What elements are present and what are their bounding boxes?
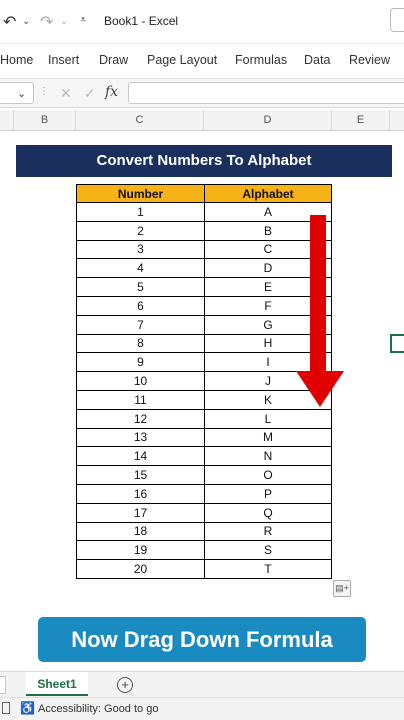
number-cell[interactable]: 14: [76, 446, 205, 467]
tab-insert[interactable]: Insert: [48, 53, 79, 67]
sheet-tab-sheet1[interactable]: Sheet1: [26, 672, 88, 696]
table-row: 1A: [76, 202, 332, 222]
number-cell[interactable]: 3: [76, 239, 205, 260]
tab-review[interactable]: Review: [349, 53, 390, 67]
table-row: 13 M: [76, 427, 332, 448]
table-row: 8H: [76, 333, 332, 354]
table-row: 4D: [76, 258, 332, 279]
customize-toolbar-icon[interactable]: ⩡: [80, 14, 86, 27]
column-header-b[interactable]: B: [14, 110, 76, 131]
drag-down-arrow-icon: [296, 215, 344, 407]
number-cell[interactable]: 19: [76, 540, 205, 561]
accessibility-status[interactable]: Accessibility: Good to go: [38, 703, 158, 715]
selected-cell[interactable]: [390, 334, 404, 353]
table-row: 9I: [76, 352, 332, 373]
undo-icon[interactable]: ↶: [3, 12, 16, 32]
insert-function-icon[interactable]: fx: [105, 84, 118, 100]
column-header-c[interactable]: C: [76, 110, 204, 131]
table-row: 5E: [76, 277, 332, 297]
table-row: 11 K: [76, 389, 332, 410]
tab-page-layout[interactable]: Page Layout: [147, 53, 217, 67]
table-row: 15 O: [76, 465, 332, 485]
alphabet-cell[interactable]: R: [204, 521, 332, 542]
redo-icon[interactable]: ↷: [40, 12, 53, 32]
column-header-d[interactable]: D: [204, 110, 332, 131]
table-row: 10 J: [76, 371, 332, 391]
tab-draw[interactable]: Draw: [99, 53, 128, 67]
column-header-partial[interactable]: [0, 110, 14, 131]
number-cell[interactable]: 17: [76, 502, 205, 523]
alphabet-cell[interactable]: N: [204, 446, 332, 467]
number-cell[interactable]: 4: [76, 258, 205, 279]
number-cell[interactable]: 5: [76, 277, 205, 297]
drag-instruction-caption: Now Drag Down Formula: [38, 617, 366, 662]
tab-formulas[interactable]: Formulas: [235, 53, 287, 67]
table-row: 16 P: [76, 483, 332, 504]
alphabet-cell[interactable]: P: [204, 483, 332, 504]
formula-input[interactable]: [128, 82, 404, 104]
table-row: 3C: [76, 239, 332, 260]
number-cell[interactable]: 12: [76, 408, 205, 429]
formula-bar: ⌄ ⋮ ✕ ✓ fx: [0, 78, 404, 108]
header-alphabet[interactable]: Alphabet: [204, 184, 332, 203]
table-row: 19 S: [76, 540, 332, 561]
column-header-e[interactable]: E: [332, 110, 390, 131]
number-cell[interactable]: 13: [76, 427, 205, 448]
number-cell[interactable]: 20: [76, 559, 205, 579]
table-row: 14 N: [76, 446, 332, 467]
table-row: 6F: [76, 295, 332, 316]
column-header-f[interactable]: [390, 110, 404, 131]
sheet-tab-bar: Sheet1 +: [0, 671, 404, 697]
number-cell[interactable]: 9: [76, 352, 205, 373]
document-title: Book1 - Excel: [104, 14, 179, 28]
paste-options-icon[interactable]: ▤+: [333, 580, 351, 597]
number-cell[interactable]: 8: [76, 333, 205, 354]
data-table: Number Alphabet 1A 2B 3C 4D 5E 6F 7G 8H …: [76, 184, 332, 579]
number-cell[interactable]: 6: [76, 295, 205, 316]
name-box[interactable]: ⌄: [0, 82, 34, 104]
table-row: 18 R: [76, 521, 332, 542]
number-cell[interactable]: 10: [76, 371, 205, 391]
banner-title: Convert Numbers To Alphabet: [16, 145, 392, 177]
table-row: 17 Q: [76, 502, 332, 523]
add-sheet-icon[interactable]: +: [117, 677, 133, 693]
ribbon-tabs: Home Insert Draw Page Layout Formulas Da…: [0, 44, 404, 78]
alphabet-cell[interactable]: T: [204, 559, 332, 579]
undo-dropdown-icon[interactable]: ⌄: [22, 16, 30, 27]
number-cell[interactable]: 16: [76, 483, 205, 504]
number-cell[interactable]: 15: [76, 465, 205, 485]
sheet-nav-button[interactable]: [0, 676, 6, 694]
chevron-down-icon[interactable]: ⌄: [17, 87, 26, 100]
alphabet-cell[interactable]: M: [204, 427, 332, 448]
cancel-icon[interactable]: ✕: [60, 85, 72, 102]
alphabet-cell[interactable]: O: [204, 465, 332, 485]
header-number[interactable]: Number: [76, 184, 205, 203]
tab-data[interactable]: Data: [304, 53, 330, 67]
title-bar: ↶ ⌄ ↷ ⌄ ⩡ Book1 - Excel: [0, 0, 404, 44]
table-row: 2B: [76, 220, 332, 241]
alphabet-cell[interactable]: S: [204, 540, 332, 561]
alphabet-cell[interactable]: L: [204, 408, 332, 429]
number-cell[interactable]: 11: [76, 389, 205, 410]
number-cell[interactable]: 7: [76, 314, 205, 335]
enter-icon[interactable]: ✓: [84, 85, 96, 102]
table-row: 20 T: [76, 559, 332, 579]
column-headers: B C D E: [0, 110, 404, 131]
tab-home[interactable]: Home: [0, 53, 33, 67]
table-row: 7G: [76, 314, 332, 335]
macro-status-icon[interactable]: [2, 702, 10, 714]
number-cell[interactable]: 1: [76, 202, 205, 222]
alphabet-cell[interactable]: Q: [204, 502, 332, 523]
table-header-row: Number Alphabet: [76, 184, 332, 203]
number-cell[interactable]: 2: [76, 220, 205, 241]
redo-dropdown-icon[interactable]: ⌄: [60, 16, 68, 27]
splitter-dots-icon[interactable]: ⋮: [39, 86, 49, 97]
window-control[interactable]: [390, 8, 404, 32]
accessibility-icon[interactable]: ♿: [20, 701, 35, 715]
table-row: 12 L: [76, 408, 332, 429]
number-cell[interactable]: 18: [76, 521, 205, 542]
status-bar: ♿ Accessibility: Good to go: [0, 697, 404, 720]
